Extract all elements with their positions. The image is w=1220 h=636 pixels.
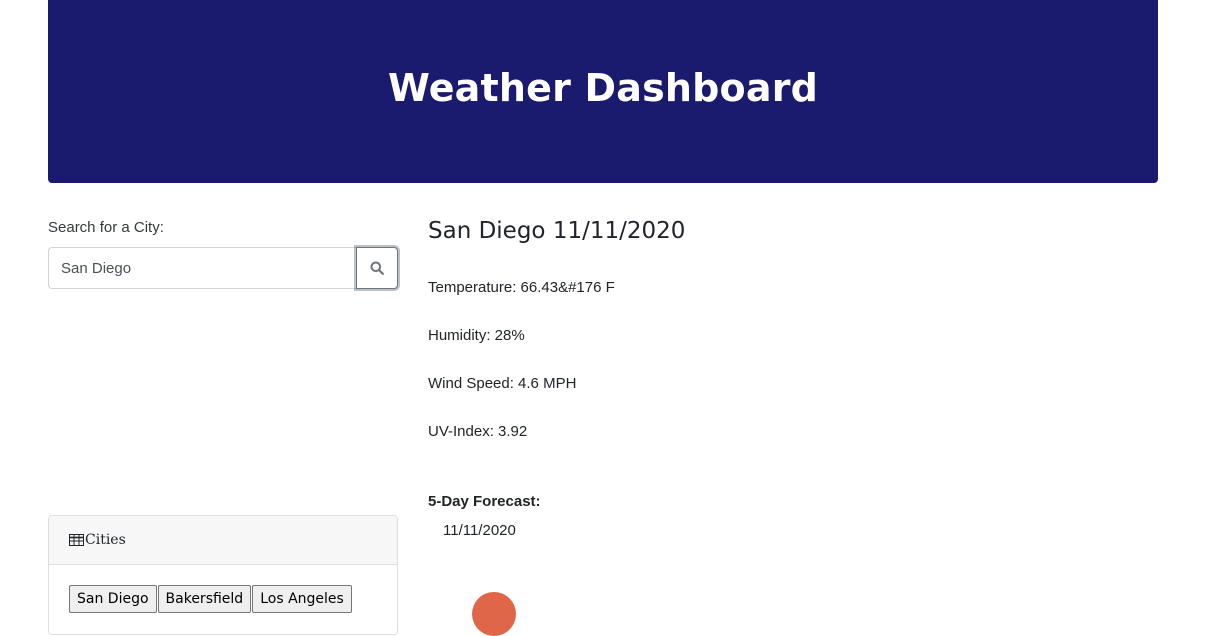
search-panel: Search for a City: [48, 216, 398, 289]
humidity-text: Humidity: 28% [428, 327, 525, 344]
header-banner: Weather Dashboard [48, 0, 1158, 183]
city-button[interactable]: Los Angeles [252, 585, 352, 613]
cities-title: Cities [85, 532, 126, 548]
current-city-title: San Diego 11/11/2020 [428, 218, 686, 244]
search-label: Search for a City: [48, 219, 164, 236]
search-input[interactable] [48, 247, 356, 289]
search-icon [370, 261, 384, 275]
forecast-heading: 5-Day Forecast: [428, 493, 541, 510]
search-row [48, 247, 398, 289]
table-icon [69, 534, 84, 546]
weather-icon [472, 592, 516, 636]
search-button[interactable] [356, 247, 398, 289]
city-button[interactable]: Bakersfield [157, 585, 252, 613]
city-button[interactable]: San Diego [69, 585, 157, 613]
city-button-list: San Diego Bakersfield Los Angeles [69, 585, 353, 613]
forecast-day-date: 11/11/2020 [443, 522, 516, 539]
wind-speed-text: Wind Speed: 4.6 MPH [428, 375, 577, 392]
temperature-text: Temperature: 66.43&#176 F [428, 279, 615, 296]
cities-card: Cities San Diego Bakersfield Los Angeles [48, 515, 398, 635]
uv-index-text: UV-Index: 3.92 [428, 423, 528, 440]
page-title: Weather Dashboard [387, 65, 819, 110]
cities-card-header: Cities [49, 516, 397, 565]
